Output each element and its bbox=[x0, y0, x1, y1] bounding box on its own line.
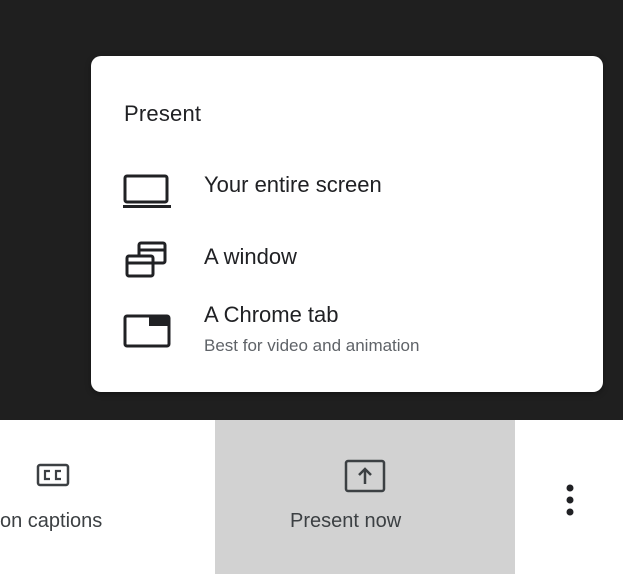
laptop-icon bbox=[123, 174, 171, 208]
present-entire-screen-label: Your entire screen bbox=[204, 172, 382, 197]
captions-label: on captions bbox=[0, 510, 103, 532]
closed-captions-icon bbox=[36, 463, 70, 487]
present-now-button[interactable]: Present now bbox=[215, 420, 515, 574]
more-options-button[interactable] bbox=[545, 420, 605, 574]
window-stack-icon bbox=[125, 241, 167, 278]
browser-tab-icon bbox=[123, 314, 171, 348]
present-entire-screen-option[interactable]: Your entire screen bbox=[91, 166, 603, 218]
present-now-label: Present now bbox=[290, 510, 402, 532]
more-vert-icon bbox=[566, 484, 574, 516]
meeting-stage: Present Your entire screen A window A Ch bbox=[0, 0, 623, 420]
present-menu-title: Present bbox=[124, 101, 202, 126]
present-chrome-tab-sublabel: Best for video and animation bbox=[204, 336, 420, 355]
present-window-option[interactable]: A window bbox=[91, 236, 603, 288]
meeting-toolbar: on captions Present now bbox=[0, 420, 623, 574]
captions-button[interactable]: on captions bbox=[0, 420, 214, 574]
present-window-label: A window bbox=[204, 244, 297, 269]
present-chrome-tab-option[interactable]: A Chrome tab Best for video and animatio… bbox=[91, 300, 603, 370]
present-chrome-tab-label: A Chrome tab bbox=[204, 302, 339, 327]
present-menu: Present Your entire screen A window A Ch bbox=[91, 56, 603, 392]
present-upload-icon bbox=[344, 459, 386, 493]
